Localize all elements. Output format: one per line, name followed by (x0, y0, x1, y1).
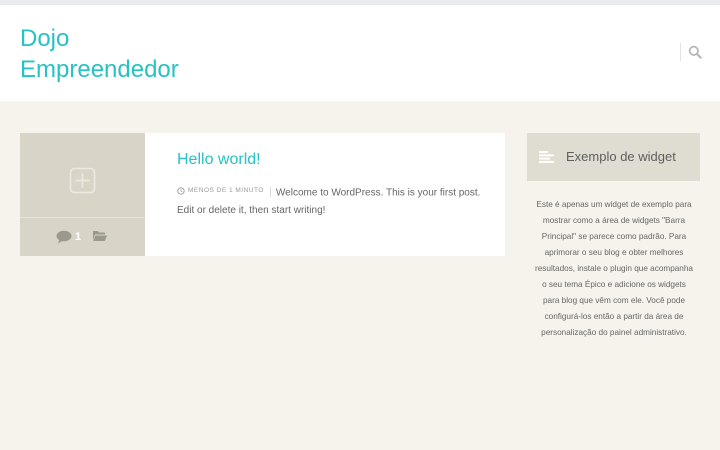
site-header: Dojo Empreendedor (0, 5, 720, 101)
comment-count: 1 (75, 231, 82, 243)
clock-icon (177, 186, 185, 195)
post-thumbnail[interactable] (20, 133, 145, 217)
post-body: Hello world! Menos de 1 minuto Welcome t… (177, 149, 487, 219)
site-title-line-1: Dojo (20, 25, 70, 52)
post-meta-icons: 1 (20, 227, 145, 247)
post-card: 1 Hello world! Menos de 1 minuto Welcome… (20, 133, 505, 256)
search-button[interactable] (688, 45, 704, 61)
post-side-panel: 1 (20, 133, 145, 256)
post-title[interactable]: Hello world! (177, 149, 261, 171)
widget-title: Exemplo de widget (566, 149, 676, 164)
widget-text: Este é apenas um widget de exemplo para … (535, 200, 693, 337)
widget-header: Exemplo de widget (527, 133, 700, 181)
plus-square-icon (69, 167, 96, 194)
post-date: Menos de 1 minuto (177, 182, 264, 199)
post-excerpt-block: Menos de 1 minuto Welcome to WordPress. … (177, 182, 487, 219)
post-date-text: Menos de 1 minuto (188, 187, 264, 194)
site-title[interactable]: Dojo Empreendedor (20, 23, 280, 85)
search-divider (680, 43, 681, 61)
thumbnail-divider (20, 217, 145, 218)
folder-open-icon (93, 231, 108, 241)
comment-icon (56, 230, 72, 244)
category-link[interactable] (92, 229, 108, 247)
site-title-line-2: Empreendedor (20, 56, 179, 83)
search-icon (688, 45, 702, 59)
date-separator (269, 186, 271, 197)
align-left-icon (539, 151, 554, 163)
comments-link[interactable]: 1 (56, 227, 81, 247)
